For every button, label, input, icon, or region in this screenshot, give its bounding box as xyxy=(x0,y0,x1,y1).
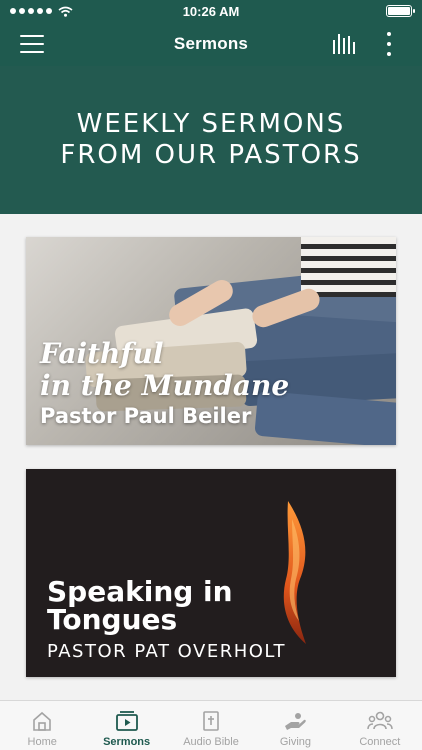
battery-icon xyxy=(386,5,415,17)
tab-bar: Home Sermons Audio Bible Giving Connect xyxy=(0,700,422,750)
sermon-card[interactable]: Faithful in the Mundane Pastor Paul Beil… xyxy=(26,237,396,445)
hamburger-line xyxy=(20,35,44,37)
sermon-pastor: Pastor Paul Beiler xyxy=(40,404,252,428)
sermon-title-line1: Faithful xyxy=(40,337,164,370)
tab-label: Audio Bible xyxy=(183,736,239,748)
sermon-title-line2: Tongues xyxy=(47,603,178,636)
tab-giving[interactable]: Giving xyxy=(253,701,337,750)
tab-label: Sermons xyxy=(103,736,151,748)
hamburger-line xyxy=(20,51,44,53)
more-options-button[interactable] xyxy=(385,32,393,56)
hero-banner: WEEKLY SERMONS FROM OUR PASTORS xyxy=(0,66,422,214)
tab-connect[interactable]: Connect xyxy=(338,701,422,750)
audio-bars-button[interactable] xyxy=(333,34,357,54)
menu-button[interactable] xyxy=(20,35,44,53)
tab-audio-bible[interactable]: Audio Bible xyxy=(169,701,253,750)
hero-heading-line1: WEEKLY SERMONS xyxy=(76,109,346,139)
tab-label: Home xyxy=(27,736,57,748)
home-icon xyxy=(33,711,52,731)
tab-label: Giving xyxy=(279,736,312,748)
status-bar: 10:26 AM xyxy=(0,0,422,22)
play-icon xyxy=(115,711,138,731)
people-icon xyxy=(367,711,393,730)
hamburger-line xyxy=(20,43,44,45)
status-left xyxy=(10,6,73,17)
sermon-pastor: PASTOR PAT OVERHOLT xyxy=(47,641,286,662)
wifi-icon xyxy=(58,6,73,17)
sermon-title-line2: in the Mundane xyxy=(40,369,290,402)
nav-bar: Sermons xyxy=(0,22,422,66)
bible-icon xyxy=(203,711,219,731)
tab-label: Connect xyxy=(359,736,401,748)
tab-home[interactable]: Home xyxy=(0,701,84,750)
hero-heading-line2: FROM OUR PASTORS xyxy=(60,140,362,170)
sermon-card[interactable]: Speaking in Tongues PASTOR PAT OVERHOLT xyxy=(26,469,396,677)
page-title: Sermons xyxy=(173,34,249,53)
giving-hand-icon xyxy=(285,713,307,730)
signal-strength-icon xyxy=(10,8,52,14)
flame-icon xyxy=(283,501,306,644)
tab-sermons[interactable]: Sermons xyxy=(84,701,168,750)
